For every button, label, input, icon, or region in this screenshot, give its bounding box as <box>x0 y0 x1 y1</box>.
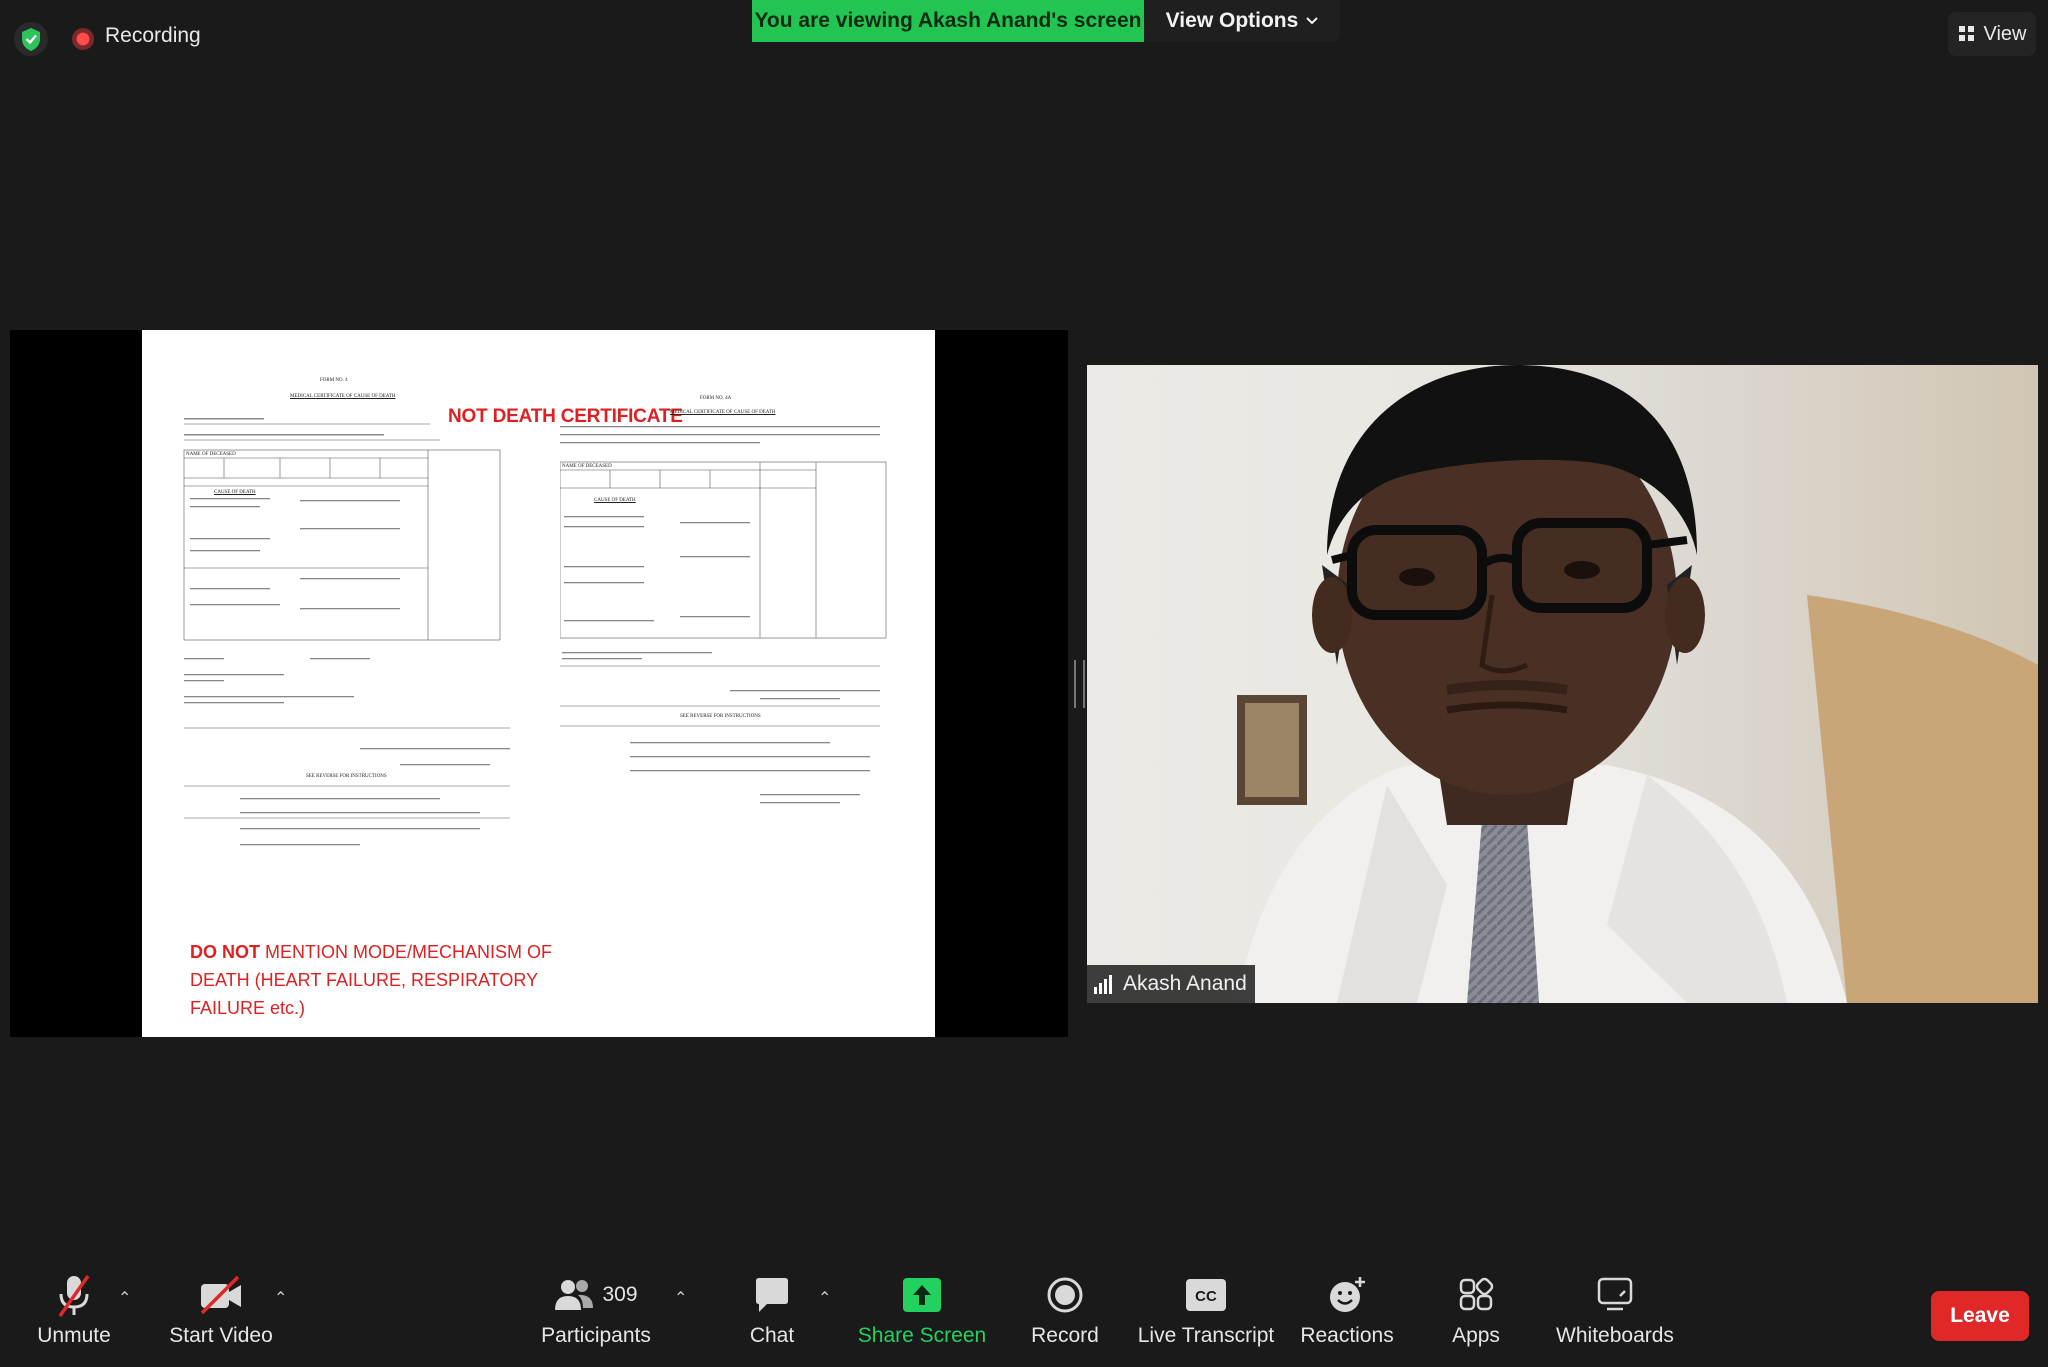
cause-of-death-right: CAUSE OF DEATH <box>594 498 636 503</box>
name-of-deceased-left: NAME OF DECEASED <box>186 452 236 457</box>
whiteboards-label: Whiteboards <box>1556 1324 1674 1347</box>
participants-label: Participants <box>541 1324 651 1347</box>
apps-label: Apps <box>1452 1324 1500 1347</box>
participants-icon <box>555 1280 594 1310</box>
chat-bubble-icon <box>756 1278 788 1312</box>
record-icon <box>1047 1277 1083 1313</box>
record-button[interactable]: Record <box>1020 1270 1110 1348</box>
whiteboards-button[interactable]: Whiteboards <box>1556 1270 1674 1348</box>
unmute-button[interactable]: Unmute <box>30 1270 118 1348</box>
chat-label: Chat <box>749 1324 795 1347</box>
live-transcript-label: Live Transcript <box>1137 1324 1275 1347</box>
unmute-label: Unmute <box>37 1324 111 1347</box>
grid-view-icon <box>1958 26 1974 41</box>
signal-strength-icon <box>1094 975 1112 994</box>
form-4a-right: FORM NO. 4A MEDICAL CERTIFICATE OF CAUSE… <box>560 396 900 816</box>
chat-options-caret-icon[interactable]: ⌃ <box>818 1288 831 1308</box>
see-reverse-left: SEE REVERSE FOR INSTRUCTIONS <box>306 774 387 779</box>
split-view-divider-handle[interactable] <box>1074 660 1085 708</box>
form-4-left: FORM NO. 4 MEDICAL CERTIFICATE OF CAUSE … <box>180 378 530 858</box>
video-options-caret-icon[interactable]: ⌃ <box>274 1288 287 1308</box>
start-video-label: Start Video <box>169 1324 273 1347</box>
security-shield-icon[interactable] <box>14 22 48 56</box>
apps-icon <box>1459 1277 1494 1311</box>
do-not-prefix: DO NOT <box>190 942 260 962</box>
apps-button[interactable]: Apps <box>1446 1270 1506 1348</box>
view-options-button[interactable]: View Options <box>1144 0 1340 42</box>
recording-label: Recording <box>105 24 201 47</box>
presentation-slide: NOT DEATH CERTIFICATE FORM NO. 4 MEDICAL… <box>142 330 935 1037</box>
view-button[interactable]: View <box>1948 12 2036 56</box>
view-label: View <box>1983 22 2027 45</box>
recording-icon <box>72 28 94 50</box>
participant-name-tag: Akash Anand <box>1087 965 1255 1003</box>
chevron-down-icon <box>1306 17 1319 25</box>
share-screen-label: Share Screen <box>857 1324 987 1347</box>
participant-video-feed <box>1237 365 2038 1003</box>
reactions-label: Reactions <box>1300 1324 1394 1347</box>
participant-name: Akash Anand <box>1123 972 1247 995</box>
microphone-muted-icon <box>58 1274 90 1318</box>
live-transcript-button[interactable]: CC Live Transcript <box>1138 1270 1274 1348</box>
audio-options-caret-icon[interactable]: ⌃ <box>118 1288 131 1308</box>
participant-video[interactable] <box>1087 365 2038 1003</box>
viewing-screen-banner: You are viewing Akash Anand's screen <box>752 0 1144 42</box>
see-reverse-right: SEE REVERSE FOR INSTRUCTIONS <box>680 714 761 719</box>
view-options-label: View Options <box>1165 9 1299 32</box>
reactions-button[interactable]: Reactions <box>1300 1270 1394 1348</box>
smiley-add-icon <box>1330 1277 1365 1312</box>
chat-button[interactable]: Chat <box>742 1270 802 1348</box>
closed-caption-icon: CC <box>1186 1279 1226 1311</box>
leave-button[interactable]: Leave <box>1931 1291 2029 1341</box>
participants-count: 309 <box>602 1283 638 1306</box>
share-screen-icon <box>903 1278 941 1312</box>
whiteboard-icon <box>1597 1277 1633 1311</box>
video-camera-off-icon <box>200 1275 241 1315</box>
do-not-mention-note: DO NOT MENTION MODE/MECHANISM OF DEATH (… <box>190 938 610 1022</box>
participants-options-caret-icon[interactable]: ⌃ <box>674 1288 687 1308</box>
record-label: Record <box>1031 1324 1099 1347</box>
start-video-button[interactable]: Start Video <box>166 1270 276 1348</box>
svg-text:CC: CC <box>1195 1288 1217 1305</box>
cause-of-death-left: CAUSE OF DEATH <box>214 490 256 495</box>
share-screen-button[interactable]: Share Screen <box>858 1270 986 1348</box>
name-of-deceased-right: NAME OF DECEASED <box>562 464 612 469</box>
participants-button[interactable]: 309 Participants <box>540 1270 652 1348</box>
